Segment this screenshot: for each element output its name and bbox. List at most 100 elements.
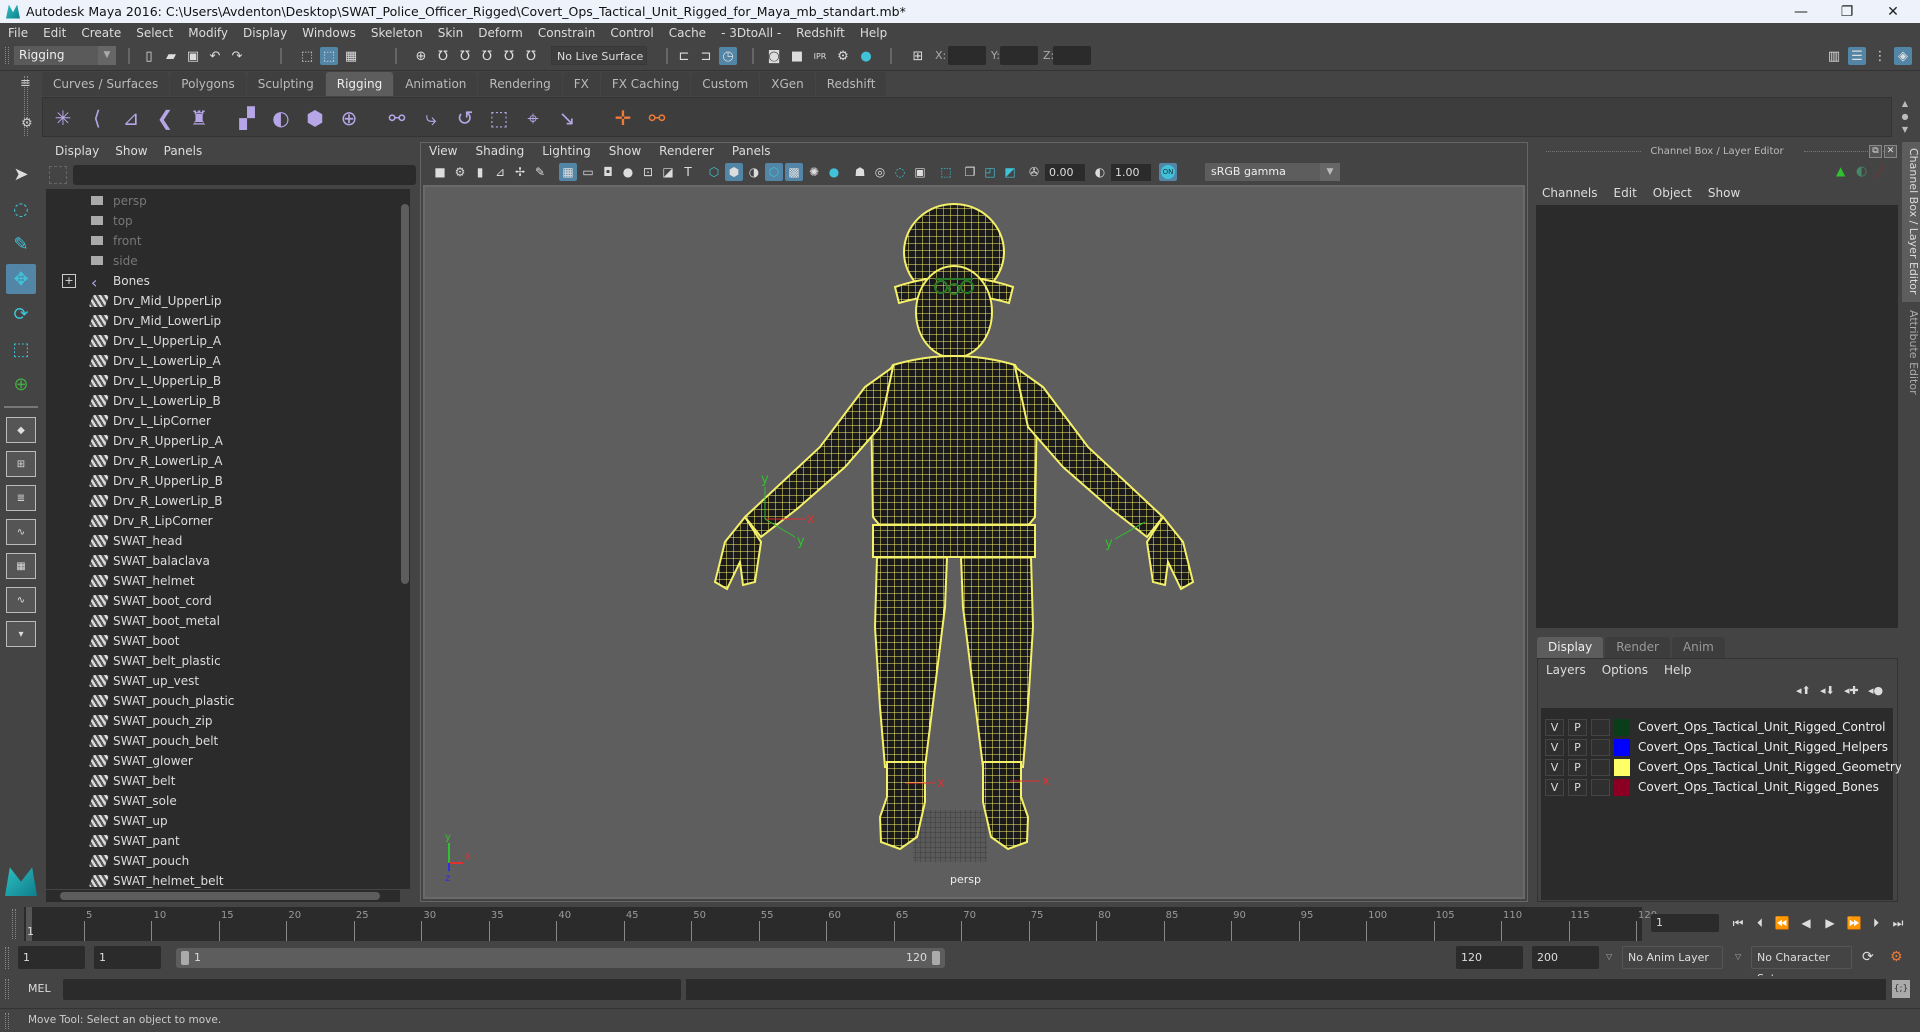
textured-icon[interactable]: ▩ xyxy=(785,163,803,181)
outliner-item[interactable]: SWAT_boot xyxy=(46,631,396,651)
layer-display-type-toggle[interactable] xyxy=(1591,779,1610,796)
layer-playback-toggle[interactable]: P xyxy=(1568,719,1587,736)
bookmark-icon[interactable]: ▮ xyxy=(471,163,489,181)
safe-action-icon[interactable]: ◪ xyxy=(659,163,677,181)
open-scene-icon[interactable]: ▰ xyxy=(162,47,180,65)
layer-tab-anim[interactable]: Anim xyxy=(1671,637,1725,658)
modeling-toolkit-icon[interactable]: ▥ xyxy=(1825,47,1843,65)
menu-select[interactable]: Select xyxy=(136,26,173,40)
x-coord-field[interactable] xyxy=(948,46,986,65)
scroll-thumb[interactable] xyxy=(401,204,409,584)
step-back-key-button[interactable]: ⏪ xyxy=(1772,914,1792,932)
outliner-item[interactable]: SWAT_head xyxy=(46,531,396,551)
outliner-item[interactable]: SWAT_pouch_plastic xyxy=(46,691,396,711)
redo-icon[interactable]: ↷ xyxy=(228,47,246,65)
ik-spline-icon[interactable]: ⊿ xyxy=(117,104,145,132)
layer-playback-toggle[interactable]: P xyxy=(1568,759,1587,776)
time-slider-grip[interactable] xyxy=(12,909,16,939)
menu-create[interactable]: Create xyxy=(81,26,121,40)
exposure-icon[interactable]: ✇ xyxy=(1025,163,1043,181)
display-layer-row[interactable]: V P Covert_Ops_Tactical_Unit_Rigged_Geomet… xyxy=(1545,758,1902,778)
outliner-item[interactable]: Drv_R_LowerLip_B xyxy=(46,491,396,511)
range-start-handle[interactable] xyxy=(181,951,189,965)
shelf-tab-polygons[interactable]: Polygons xyxy=(170,72,246,96)
snap-curve-icon[interactable]: ℧ xyxy=(434,47,452,65)
outliner-item[interactable]: SWAT_pant xyxy=(46,831,396,851)
motion-blur-icon[interactable]: ◎ xyxy=(871,163,889,181)
image-plane-icon[interactable]: ⊿ xyxy=(491,163,509,181)
y-coord-field[interactable] xyxy=(1000,46,1038,65)
render-view-icon[interactable]: ■ xyxy=(788,47,806,65)
safe-title-icon[interactable]: T xyxy=(679,163,697,181)
shelf-tab-sculpting[interactable]: Sculpting xyxy=(246,72,325,96)
play-forwards-button[interactable]: ▶ xyxy=(1820,914,1840,932)
menu-3dtoall[interactable]: - 3DtoAll - xyxy=(721,26,781,40)
select-hierarchy-icon[interactable]: ⬚ xyxy=(298,47,316,65)
screen-space-ao-icon[interactable]: ☗ xyxy=(851,163,869,181)
use-default-material-icon[interactable]: ◑ xyxy=(745,163,763,181)
grease-pencil-icon[interactable]: ✎ xyxy=(531,163,549,181)
save-scene-icon[interactable]: ▣ xyxy=(184,47,202,65)
wireframe-icon[interactable]: ⬡ xyxy=(705,163,723,181)
menu-modify[interactable]: Modify xyxy=(188,26,228,40)
outliner-item[interactable]: SWAT_belt xyxy=(46,771,396,791)
layer-tab-display[interactable]: Display xyxy=(1537,637,1604,658)
play-backwards-button[interactable]: ◀ xyxy=(1796,914,1816,932)
layer-tab-render[interactable]: Render xyxy=(1605,637,1670,658)
outliner-item[interactable]: SWAT_boot_cord xyxy=(46,591,396,611)
viewport-menu-shading[interactable]: Shading xyxy=(475,144,524,158)
display-layer-row[interactable]: V P Covert_Ops_Tactical_Unit_Rigged_Contro… xyxy=(1545,718,1890,738)
point-constraint-icon[interactable]: ⤷ xyxy=(417,104,445,132)
outliner-menu-display[interactable]: Display xyxy=(55,144,99,158)
manipulator-axis-icon[interactable]: ▲ xyxy=(1836,164,1845,178)
minimize-button[interactable]: — xyxy=(1778,0,1824,23)
layer-visibility-toggle[interactable]: V xyxy=(1545,759,1564,776)
layer-visibility-toggle[interactable]: V xyxy=(1545,779,1564,796)
pole-vector-constraint-icon[interactable]: ↘ xyxy=(553,104,581,132)
outliner-filter-icon[interactable] xyxy=(49,166,67,184)
viewport-menu-show[interactable]: Show xyxy=(609,144,641,158)
anim-layer-dropdown-arrow-icon[interactable]: ▽ xyxy=(1606,952,1612,961)
cb-menu-object[interactable]: Object xyxy=(1653,186,1692,200)
locator-icon[interactable]: ✛ xyxy=(609,104,637,132)
layer-color-swatch[interactable] xyxy=(1614,739,1630,756)
outliner-item[interactable]: SWAT_pouch xyxy=(46,851,396,871)
aim-constraint-icon[interactable]: ⌖ xyxy=(519,104,547,132)
camera-select-icon[interactable]: ■ xyxy=(431,163,449,181)
cb-menu-show[interactable]: Show xyxy=(1708,186,1740,200)
shelf-tab-animation[interactable]: Animation xyxy=(394,72,478,96)
channel-box-toggle-icon[interactable]: ◈ xyxy=(1894,47,1912,65)
viewport-menu-view[interactable]: View xyxy=(429,144,457,158)
character-wireframe[interactable]: x y y y x x y x z xyxy=(425,187,1523,897)
persp-graph-layout-icon[interactable]: ∿ xyxy=(6,519,36,545)
select-object-icon[interactable]: ⬚ xyxy=(320,47,338,65)
animation-start-field[interactable]: 1 xyxy=(18,946,85,969)
scale-tool-icon[interactable]: ⬚ xyxy=(6,334,36,364)
field-chart-icon[interactable]: ⊡ xyxy=(639,163,657,181)
move-tool-icon[interactable]: ✥ xyxy=(6,264,36,294)
menu-deform[interactable]: Deform xyxy=(478,26,523,40)
viewport-menu-renderer[interactable]: Renderer xyxy=(659,144,714,158)
undo-icon[interactable]: ↶ xyxy=(206,47,224,65)
gamma-field[interactable]: 1.00 xyxy=(1111,164,1151,181)
range-end-handle[interactable] xyxy=(932,951,940,965)
go-to-start-button[interactable]: ⏮ xyxy=(1728,914,1748,932)
auto-key-icon[interactable]: ⟳ xyxy=(1862,949,1874,965)
isolate-select-icon[interactable]: ⬚ xyxy=(937,163,955,181)
new-scene-icon[interactable]: ▯ xyxy=(140,47,158,65)
orient-constraint-icon[interactable]: ↺ xyxy=(451,104,479,132)
outliner-item[interactable]: SWAT_pouch_zip xyxy=(46,711,396,731)
tool-settings-toggle-icon[interactable]: ⋮ xyxy=(1871,47,1889,65)
hypershade-icon[interactable]: ● xyxy=(857,47,875,65)
viewport-menu-panels[interactable]: Panels xyxy=(732,144,771,158)
new-empty-layer-icon[interactable]: ◂✚ xyxy=(1844,684,1862,697)
menu-cache[interactable]: Cache xyxy=(669,26,706,40)
film-gate-icon[interactable]: ▭ xyxy=(579,163,597,181)
snap-surface-icon[interactable]: ℧ xyxy=(522,47,540,65)
outliner-item[interactable]: Drv_R_UpperLip_A xyxy=(46,431,396,451)
shelf-tab-fx[interactable]: FX xyxy=(562,72,600,96)
shelf-tab-custom[interactable]: Custom xyxy=(691,72,760,96)
rotate-tool-icon[interactable]: ⟳ xyxy=(6,299,36,329)
outliner-item[interactable]: Drv_L_LipCorner xyxy=(46,411,396,431)
shelf-scroll[interactable]: ▲ ● ▼ xyxy=(1898,97,1912,137)
